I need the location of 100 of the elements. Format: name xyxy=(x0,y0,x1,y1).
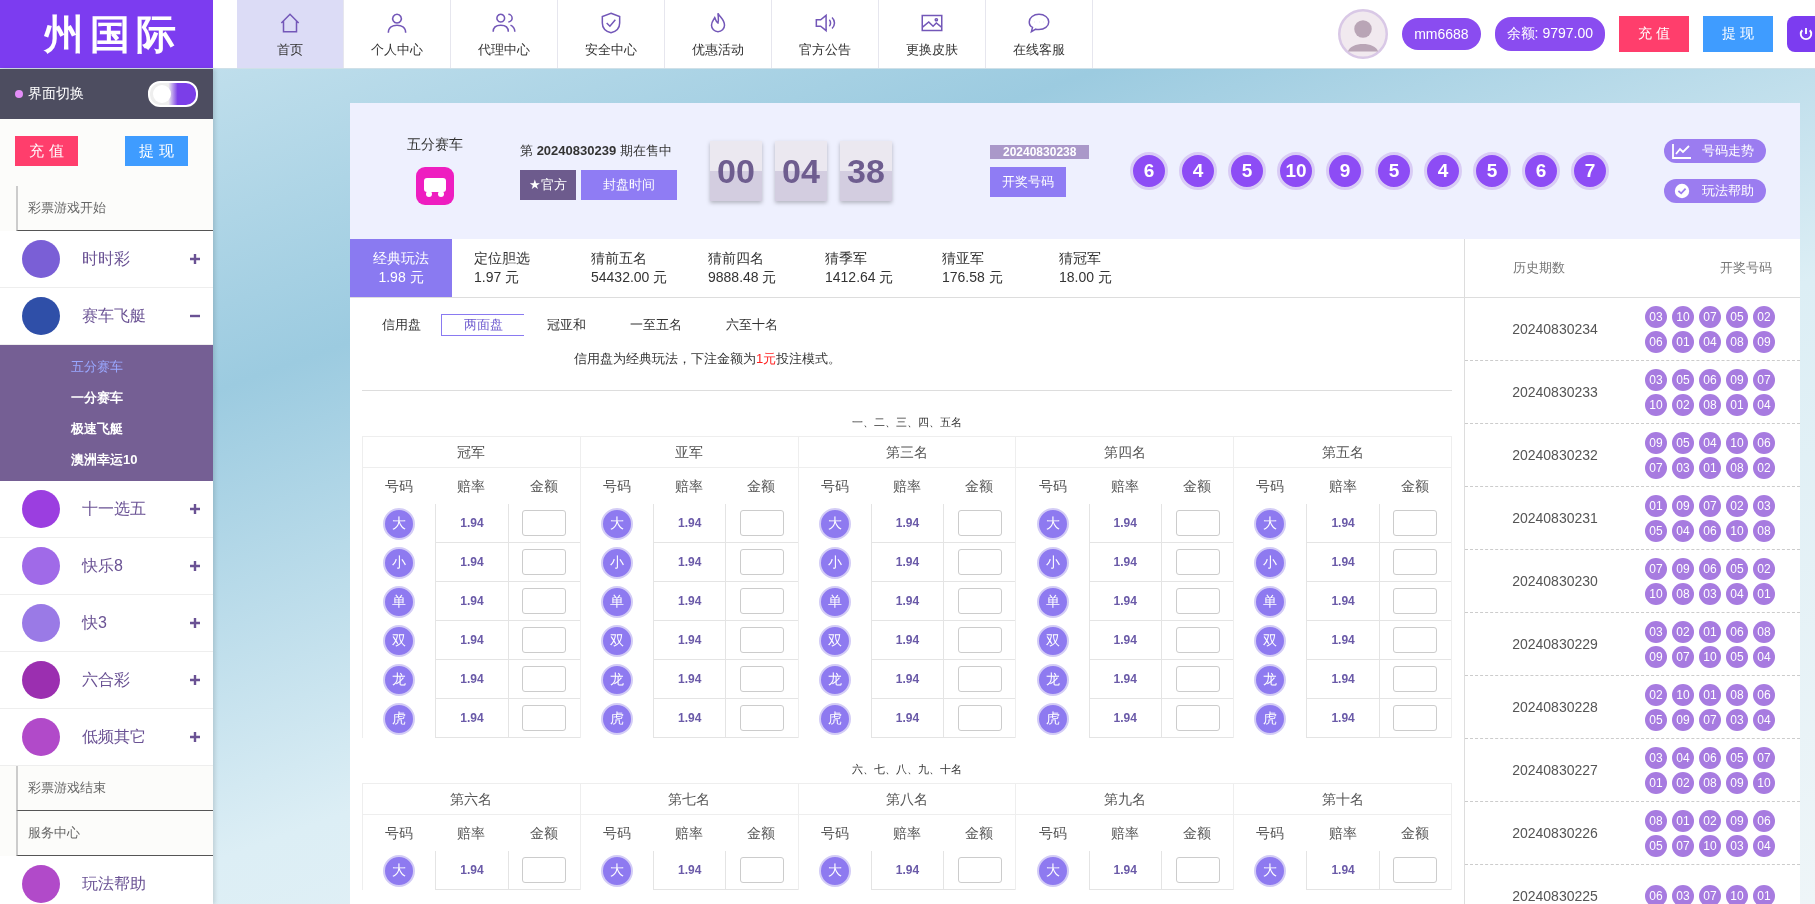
nav-tab[interactable]: 首页 xyxy=(237,0,344,68)
amount-field[interactable] xyxy=(522,549,567,575)
amount-field[interactable] xyxy=(739,588,784,614)
bet-ball[interactable]: 虎 xyxy=(600,702,633,735)
toggle-switch[interactable] xyxy=(148,81,198,107)
draw-numbers-button[interactable]: 开奖号码 xyxy=(990,167,1066,197)
amount-field[interactable] xyxy=(1393,627,1438,653)
play-tab[interactable]: 经典玩法 1.98 元 xyxy=(350,239,452,297)
bet-ball[interactable]: 单 xyxy=(600,585,633,618)
bet-ball[interactable]: 单 xyxy=(818,585,851,618)
game-menu-item[interactable]: 时时彩 xyxy=(0,231,213,288)
game-menu-item[interactable]: 玩法帮助 xyxy=(0,856,213,904)
amount-field[interactable] xyxy=(739,705,784,731)
bet-ball[interactable]: 龙 xyxy=(818,663,851,696)
bet-ball[interactable]: 双 xyxy=(383,624,416,657)
recharge-button[interactable]: 充 值 xyxy=(15,136,78,166)
amount-field[interactable] xyxy=(1175,857,1220,883)
bet-ball[interactable]: 大 xyxy=(818,507,851,540)
avatar-icon[interactable] xyxy=(1338,9,1389,59)
trend-button[interactable]: 号码走势 xyxy=(1664,139,1766,163)
bet-type-tab[interactable]: 两面盘 xyxy=(441,314,526,336)
bet-ball[interactable]: 虎 xyxy=(818,702,851,735)
bet-ball[interactable]: 大 xyxy=(1036,854,1069,887)
amount-field[interactable] xyxy=(1393,666,1438,692)
site-logo[interactable]: 州国际 xyxy=(0,0,213,68)
amount-field[interactable] xyxy=(1393,510,1438,536)
bet-ball[interactable]: 小 xyxy=(818,546,851,579)
amount-field[interactable] xyxy=(1175,666,1220,692)
bet-ball[interactable]: 龙 xyxy=(1254,663,1287,696)
amount-field[interactable] xyxy=(1393,588,1438,614)
bet-ball[interactable]: 大 xyxy=(600,507,633,540)
bet-ball[interactable]: 小 xyxy=(383,546,416,579)
amount-field[interactable] xyxy=(1393,857,1438,883)
amount-field[interactable] xyxy=(522,588,567,614)
bet-ball[interactable]: 单 xyxy=(1254,585,1287,618)
amount-field[interactable] xyxy=(522,510,567,536)
bet-ball[interactable]: 龙 xyxy=(1036,663,1069,696)
help-button[interactable]: 玩法帮助 xyxy=(1664,179,1766,203)
amount-field[interactable] xyxy=(1393,549,1438,575)
bet-ball[interactable]: 大 xyxy=(1254,507,1287,540)
amount-field[interactable] xyxy=(957,588,1002,614)
power-button[interactable] xyxy=(1787,16,1815,52)
amount-field[interactable] xyxy=(1175,549,1220,575)
bet-ball[interactable]: 虎 xyxy=(383,702,416,735)
withdraw-button[interactable]: 提 现 xyxy=(125,136,188,166)
amount-field[interactable] xyxy=(739,549,784,575)
bet-ball[interactable]: 大 xyxy=(383,854,416,887)
amount-field[interactable] xyxy=(739,666,784,692)
amount-field[interactable] xyxy=(739,857,784,883)
close-time-button[interactable]: 封盘时间 xyxy=(580,170,677,200)
amount-field[interactable] xyxy=(1393,705,1438,731)
amount-field[interactable] xyxy=(739,627,784,653)
amount-field[interactable] xyxy=(1175,705,1220,731)
bet-ball[interactable]: 虎 xyxy=(1254,702,1287,735)
amount-field[interactable] xyxy=(957,857,1002,883)
bet-ball[interactable]: 单 xyxy=(383,585,416,618)
bet-ball[interactable]: 龙 xyxy=(383,663,416,696)
bet-ball[interactable]: 双 xyxy=(1254,624,1287,657)
amount-field[interactable] xyxy=(957,549,1002,575)
amount-field[interactable] xyxy=(739,510,784,536)
username-badge[interactable]: mm6688 xyxy=(1402,18,1481,50)
amount-field[interactable] xyxy=(957,705,1002,731)
bet-ball[interactable]: 双 xyxy=(818,624,851,657)
submenu-item[interactable]: 五分赛车 xyxy=(0,351,213,382)
amount-field[interactable] xyxy=(957,510,1002,536)
submenu-item[interactable]: 澳洲幸运10 xyxy=(0,444,213,475)
amount-field[interactable] xyxy=(522,666,567,692)
bet-ball[interactable]: 龙 xyxy=(600,663,633,696)
game-menu-item[interactable]: 快3 xyxy=(0,595,213,652)
bet-ball[interactable]: 大 xyxy=(1036,507,1069,540)
withdraw-button[interactable]: 提 现 xyxy=(1703,16,1773,52)
amount-field[interactable] xyxy=(957,666,1002,692)
bet-ball[interactable]: 大 xyxy=(383,507,416,540)
amount-field[interactable] xyxy=(1175,588,1220,614)
bet-ball[interactable]: 大 xyxy=(600,854,633,887)
bet-ball[interactable]: 大 xyxy=(1254,854,1287,887)
amount-field[interactable] xyxy=(522,705,567,731)
bet-ball[interactable]: 单 xyxy=(1036,585,1069,618)
bet-ball[interactable]: 双 xyxy=(600,624,633,657)
history-ball: 09 xyxy=(1753,330,1775,353)
game-menu-item[interactable]: 六合彩 xyxy=(0,652,213,709)
bet-ball[interactable]: 双 xyxy=(1036,624,1069,657)
game-menu-item[interactable]: 赛车飞艇 xyxy=(0,288,213,345)
submenu-item[interactable]: 一分赛车 xyxy=(0,382,213,413)
bet-ball[interactable]: 小 xyxy=(600,546,633,579)
game-menu-item[interactable]: 十一选五 xyxy=(0,481,213,538)
bet-ball[interactable]: 虎 xyxy=(1036,702,1069,735)
recharge-button[interactable]: 充 值 xyxy=(1619,16,1689,52)
amount-field[interactable] xyxy=(522,857,567,883)
bet-ball[interactable]: 小 xyxy=(1254,546,1287,579)
amount-field[interactable] xyxy=(522,627,567,653)
amount-field[interactable] xyxy=(1175,510,1220,536)
submenu-item[interactable]: 极速飞艇 xyxy=(0,413,213,444)
game-menu-item[interactable]: 低频其它 xyxy=(0,709,213,766)
amount-field[interactable] xyxy=(957,627,1002,653)
official-button[interactable]: ★官方 xyxy=(520,170,576,200)
bet-ball[interactable]: 小 xyxy=(1036,546,1069,579)
bet-ball[interactable]: 大 xyxy=(818,854,851,887)
game-menu-item[interactable]: 快乐8 xyxy=(0,538,213,595)
amount-field[interactable] xyxy=(1175,627,1220,653)
